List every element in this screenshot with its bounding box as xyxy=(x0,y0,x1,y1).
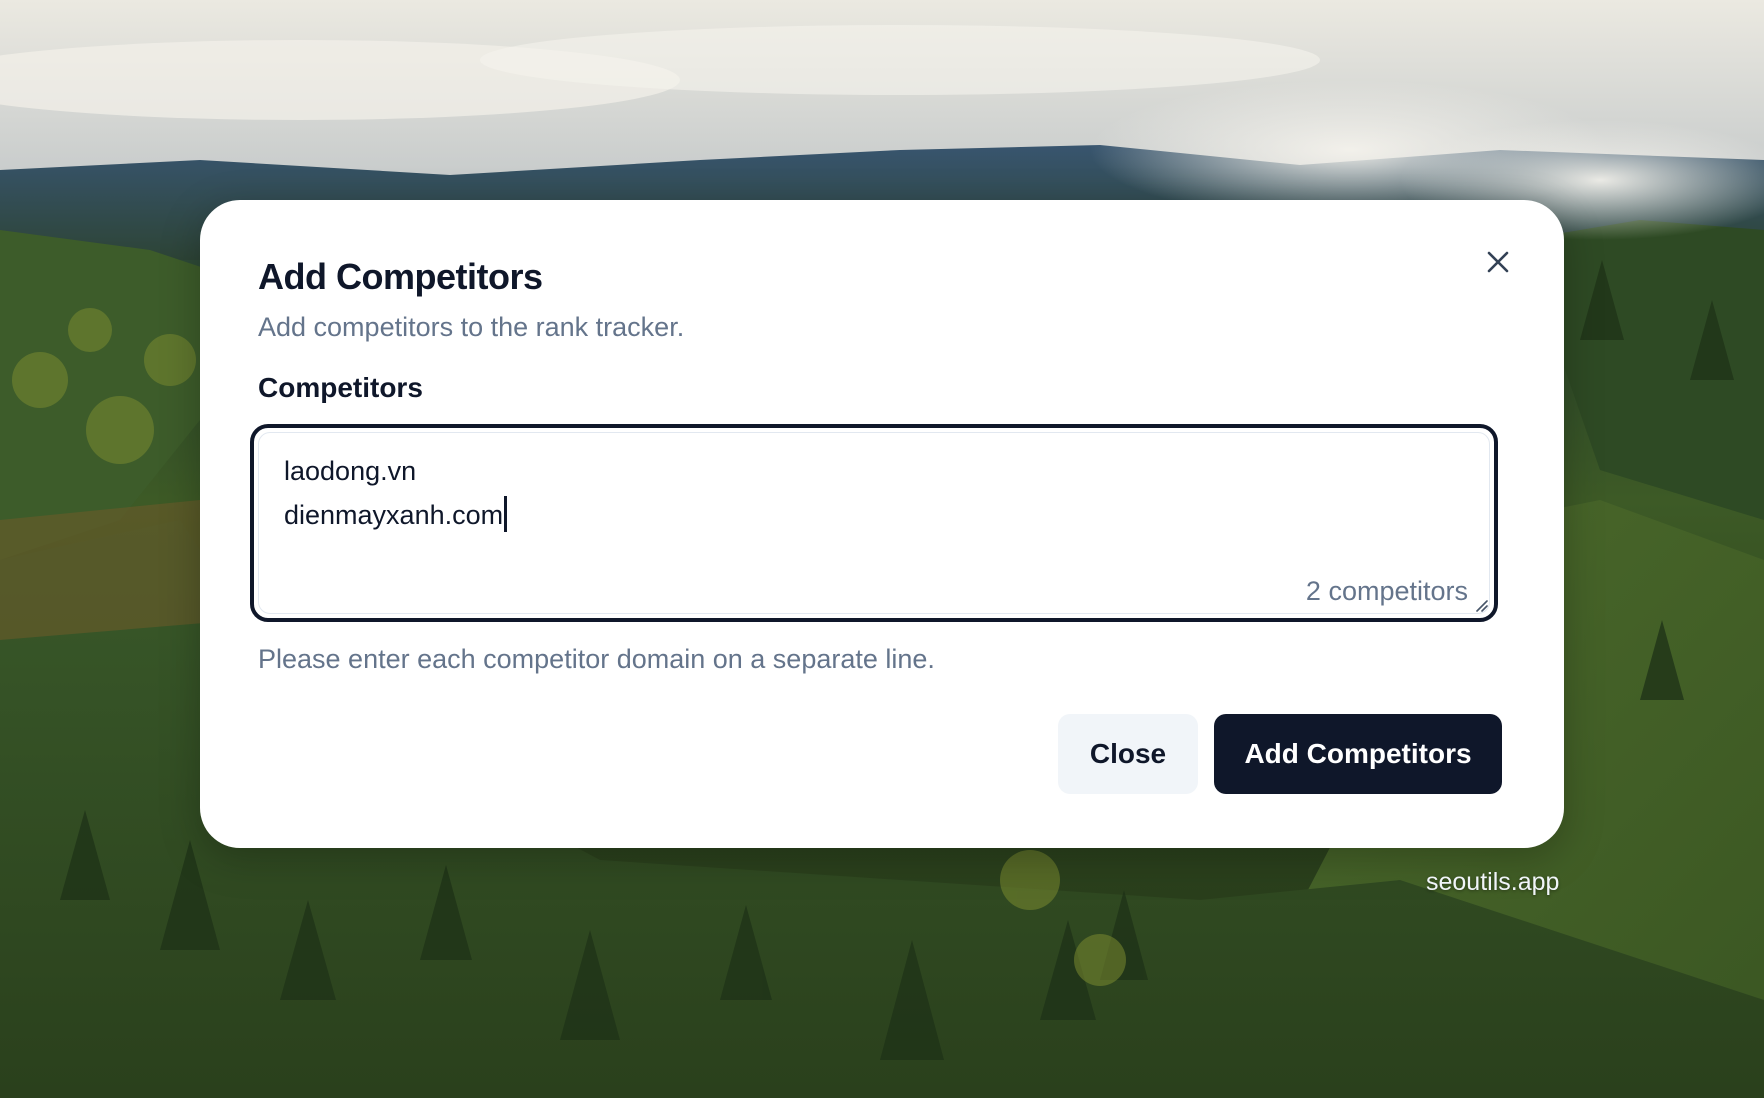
add-competitors-button[interactable]: Add Competitors xyxy=(1214,714,1502,794)
close-icon[interactable] xyxy=(1480,244,1516,280)
text-caret xyxy=(504,496,508,532)
helper-text: Please enter each competitor domain on a… xyxy=(258,644,935,674)
close-button[interactable]: Close xyxy=(1058,714,1198,794)
textarea-line-text: dienmayxanh.com xyxy=(284,500,504,530)
close-icon-glyph xyxy=(1487,251,1509,273)
textarea-line: dienmayxanh.com xyxy=(284,496,508,532)
competitors-textarea[interactable]: laodong.vn dienmayxanh.com 2 competitors xyxy=(250,424,1498,622)
watermark-text: seoutils.app xyxy=(1426,868,1560,896)
competitors-label: Competitors xyxy=(258,372,423,403)
dialog-subtitle: Add competitors to the rank tracker. xyxy=(258,312,685,342)
dialog-title: Add Competitors xyxy=(258,256,543,297)
textarea-line: laodong.vn xyxy=(284,456,417,486)
resize-handle-icon[interactable] xyxy=(1474,598,1488,612)
add-competitors-dialog: Add Competitors Add competitors to the r… xyxy=(200,200,1564,848)
competitor-count: 2 competitors xyxy=(1305,576,1468,606)
